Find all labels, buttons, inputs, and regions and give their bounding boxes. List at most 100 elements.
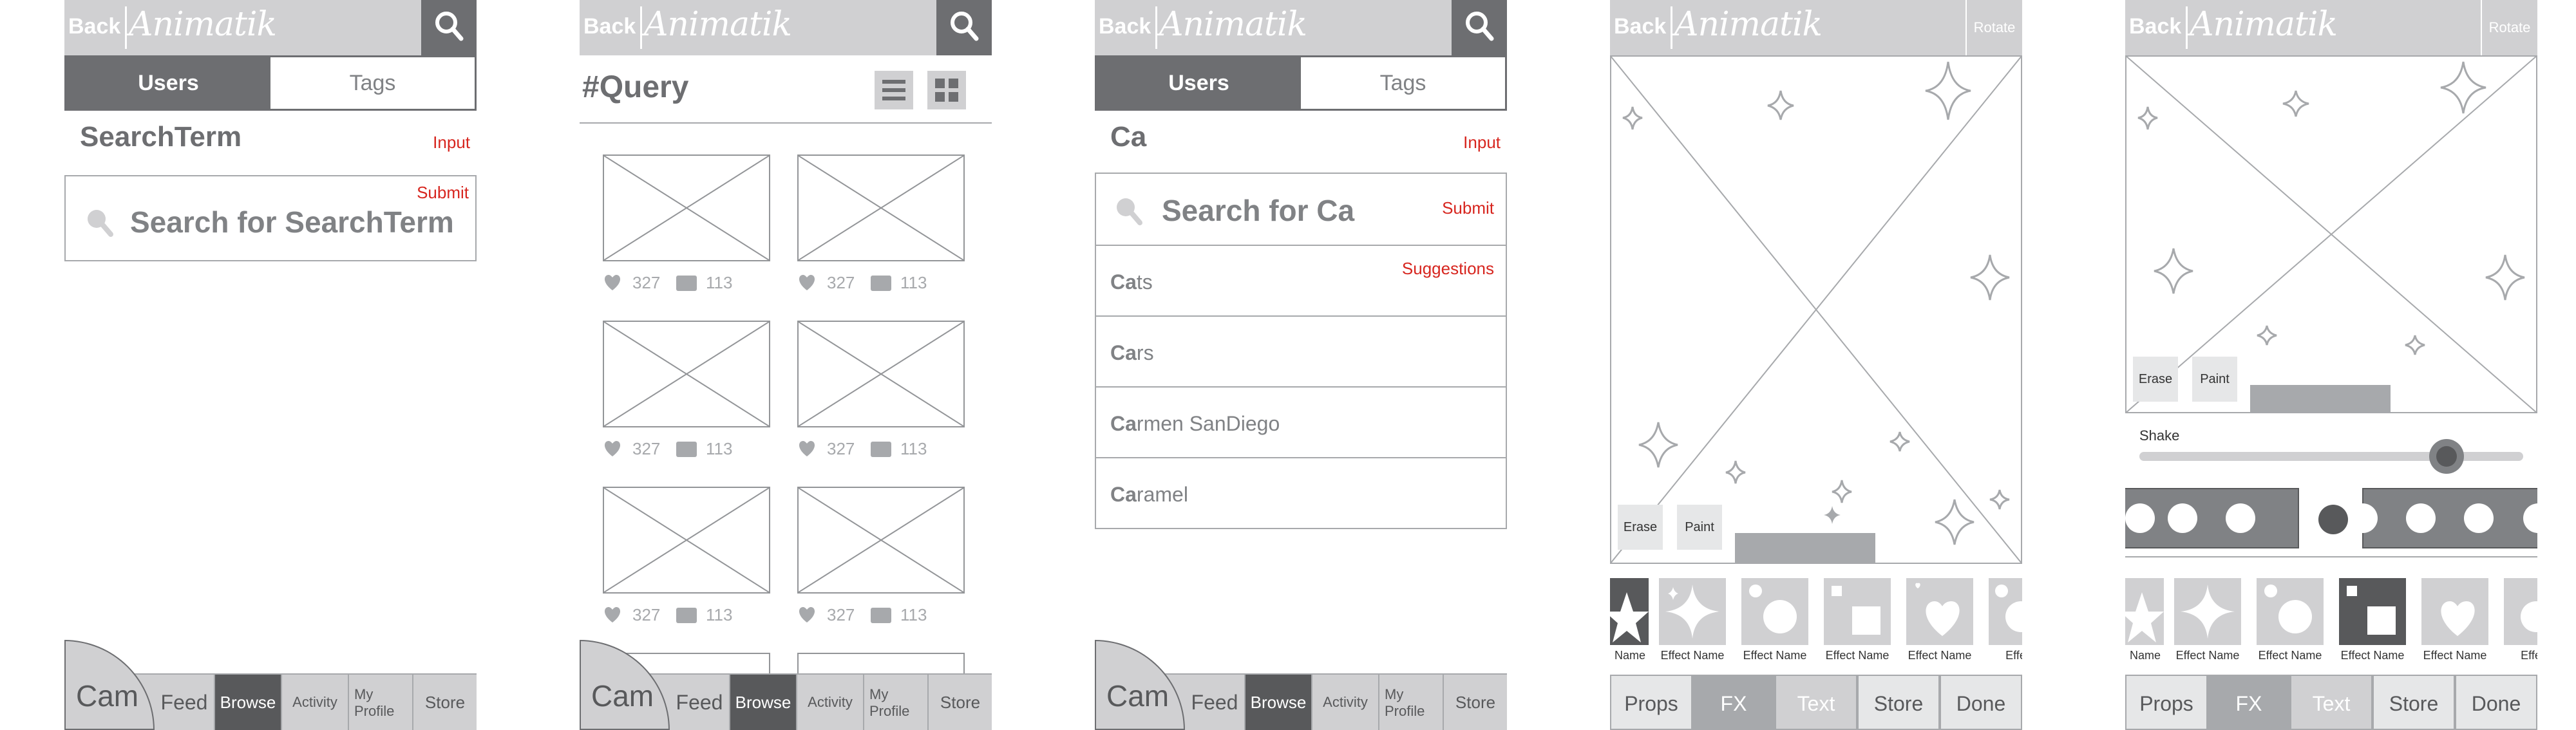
frame-thumbnail[interactable] xyxy=(2125,503,2155,533)
record-dot-icon[interactable] xyxy=(2318,505,2348,534)
back-button[interactable]: Back xyxy=(68,14,120,39)
tab-feed[interactable]: Feed xyxy=(1185,675,1244,730)
heart-icon[interactable] xyxy=(797,440,815,456)
frame-thumbnail[interactable] xyxy=(2406,503,2436,533)
result-thumbnail[interactable] xyxy=(603,487,770,594)
erase-button[interactable]: Erase xyxy=(2133,357,2178,402)
search-for-row[interactable]: Search for Ca Submit xyxy=(1095,173,1507,246)
tab-activity[interactable]: Activity xyxy=(1311,675,1378,730)
result-thumbnail[interactable] xyxy=(797,154,965,261)
tab-users[interactable]: Users xyxy=(66,57,270,109)
result-thumbnail[interactable] xyxy=(603,321,770,427)
done-tab[interactable]: Done xyxy=(1940,675,2022,730)
brush-size-bar[interactable] xyxy=(1735,533,1875,563)
effect-tile[interactable] xyxy=(1906,578,1973,645)
tab-feed[interactable]: Feed xyxy=(670,675,729,730)
result-thumbnail[interactable] xyxy=(797,321,965,427)
rotate-button[interactable]: Rotate xyxy=(1965,0,2022,55)
tab-feed[interactable]: Feed xyxy=(155,675,214,730)
suggestion-text: Cars xyxy=(1110,341,1154,364)
store-tab[interactable]: Store xyxy=(2372,675,2455,730)
effect-tile[interactable] xyxy=(1741,578,1808,645)
frame-thumbnail[interactable] xyxy=(2226,503,2255,533)
suggestion-item[interactable]: Carmen SanDiego xyxy=(1095,388,1507,458)
brush-size-bar[interactable] xyxy=(2250,385,2391,413)
effect-tile[interactable] xyxy=(1824,578,1891,645)
top-bar: Back Animatik xyxy=(1095,0,1507,55)
search-query-input[interactable]: Ca xyxy=(1110,121,1146,153)
comment-icon[interactable] xyxy=(676,608,697,623)
tab-activity[interactable]: Activity xyxy=(796,675,863,730)
cam-button[interactable]: Cam xyxy=(64,640,155,730)
heart-icon[interactable] xyxy=(603,440,621,456)
tab-my-profile[interactable]: My Profile xyxy=(1378,675,1443,730)
comment-icon[interactable] xyxy=(871,276,891,291)
heart-icon[interactable] xyxy=(603,274,621,290)
tab-users[interactable]: Users xyxy=(1097,57,1301,109)
canvas-placeholder[interactable] xyxy=(2125,55,2537,413)
result-thumbnail[interactable] xyxy=(603,154,770,261)
tab-tags[interactable]: Tags xyxy=(270,57,475,109)
text-tab[interactable]: Text xyxy=(2290,675,2372,730)
tab-store[interactable]: Store xyxy=(1443,675,1507,730)
effect-tile[interactable] xyxy=(2504,578,2537,645)
comment-icon[interactable] xyxy=(676,442,697,457)
fx-tab[interactable]: FX xyxy=(1692,675,1775,730)
paint-button[interactable]: Paint xyxy=(2192,357,2237,402)
effect-tile[interactable] xyxy=(2421,578,2488,645)
comment-icon[interactable] xyxy=(676,276,697,291)
list-view-icon[interactable] xyxy=(875,71,913,109)
search-button[interactable] xyxy=(936,0,992,55)
heart-icon[interactable] xyxy=(603,606,621,622)
tab-browse[interactable]: Browse xyxy=(214,675,281,730)
frame-thumbnail[interactable] xyxy=(2464,503,2494,533)
effect-tile[interactable] xyxy=(1610,578,1649,645)
tab-my-profile[interactable]: My Profile xyxy=(863,675,927,730)
rotate-button[interactable]: Rotate xyxy=(2481,0,2537,55)
text-tab[interactable]: Text xyxy=(1775,675,1857,730)
effect-tile[interactable] xyxy=(2174,578,2241,645)
search-button[interactable] xyxy=(421,0,477,55)
tab-my-profile[interactable]: My Profile xyxy=(348,675,412,730)
suggestion-item[interactable]: Cars xyxy=(1095,317,1507,388)
props-tab[interactable]: Props xyxy=(2125,675,2208,730)
result-thumbnail[interactable] xyxy=(797,487,965,594)
suggestion-item[interactable]: Cats Suggestions xyxy=(1095,246,1507,317)
tab-browse[interactable]: Browse xyxy=(1244,675,1311,730)
store-tab[interactable]: Store xyxy=(1857,675,1940,730)
back-button[interactable]: Back xyxy=(1614,14,1666,39)
back-button[interactable]: Back xyxy=(2129,14,2181,39)
slider-handle[interactable] xyxy=(2429,439,2464,474)
tab-store[interactable]: Store xyxy=(927,675,992,730)
effect-tile[interactable] xyxy=(2125,578,2164,645)
heart-icon[interactable] xyxy=(797,606,815,622)
suggestion-item[interactable]: Caramel xyxy=(1095,458,1507,529)
shake-slider[interactable] xyxy=(2139,452,2523,461)
search-for-row[interactable]: Search for SearchTerm Submit xyxy=(64,175,477,261)
comment-icon[interactable] xyxy=(871,442,891,457)
effect-tile[interactable] xyxy=(2257,578,2324,645)
grid-view-icon[interactable] xyxy=(927,71,966,109)
effect-tile-selected[interactable] xyxy=(2339,578,2406,645)
fx-tab[interactable]: FX xyxy=(2208,675,2290,730)
effect-tile[interactable] xyxy=(1659,578,1726,645)
tab-store[interactable]: Store xyxy=(412,675,477,730)
tab-browse[interactable]: Browse xyxy=(729,675,796,730)
erase-button[interactable]: Erase xyxy=(1618,505,1663,550)
frame-thumbnail[interactable] xyxy=(2168,503,2197,533)
back-button[interactable]: Back xyxy=(583,14,636,39)
tab-activity[interactable]: Activity xyxy=(281,675,348,730)
effect-tile[interactable] xyxy=(1989,578,2022,645)
tab-tags[interactable]: Tags xyxy=(1301,57,1505,109)
done-tab[interactable]: Done xyxy=(2455,675,2537,730)
search-button[interactable] xyxy=(1452,0,1507,55)
canvas-placeholder[interactable] xyxy=(1610,55,2022,564)
paint-button[interactable]: Paint xyxy=(1677,505,1722,550)
comment-icon[interactable] xyxy=(871,608,891,623)
search-term-input[interactable]: SearchTerm xyxy=(80,121,242,153)
heart-icon[interactable] xyxy=(797,274,815,290)
back-button[interactable]: Back xyxy=(1099,14,1151,39)
cam-button[interactable]: Cam xyxy=(1095,640,1185,730)
frame-thumbnail[interactable] xyxy=(2348,503,2378,533)
props-tab[interactable]: Props xyxy=(1610,675,1692,730)
